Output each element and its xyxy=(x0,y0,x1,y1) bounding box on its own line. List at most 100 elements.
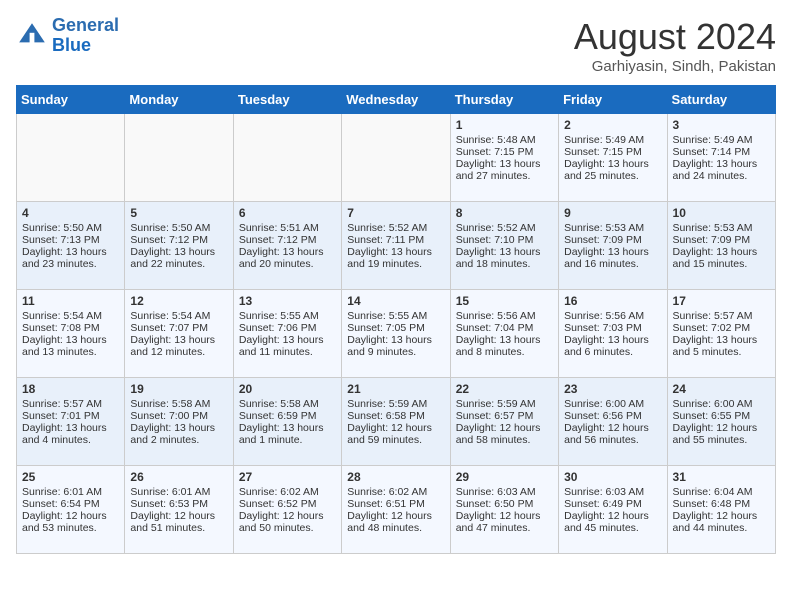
cell-line: and 45 minutes. xyxy=(564,522,661,534)
cell-line: Daylight: 12 hours xyxy=(564,510,661,522)
day-number: 29 xyxy=(456,470,553,484)
cell-line: and 44 minutes. xyxy=(673,522,770,534)
calendar-cell: 2Sunrise: 5:49 AMSunset: 7:15 PMDaylight… xyxy=(559,114,667,202)
cell-line: Sunrise: 6:03 AM xyxy=(564,486,661,498)
cell-line: Sunset: 6:55 PM xyxy=(673,410,770,422)
cell-line: Daylight: 13 hours xyxy=(239,246,336,258)
calendar-cell: 16Sunrise: 5:56 AMSunset: 7:03 PMDayligh… xyxy=(559,290,667,378)
cell-line: Sunset: 6:59 PM xyxy=(239,410,336,422)
col-header-wednesday: Wednesday xyxy=(342,86,450,114)
day-number: 1 xyxy=(456,118,553,132)
calendar-cell: 8Sunrise: 5:52 AMSunset: 7:10 PMDaylight… xyxy=(450,202,558,290)
cell-line: Sunrise: 6:01 AM xyxy=(130,486,227,498)
cell-line: and 23 minutes. xyxy=(22,258,119,270)
cell-line: Daylight: 13 hours xyxy=(456,158,553,170)
day-number: 26 xyxy=(130,470,227,484)
cell-line: Sunset: 7:11 PM xyxy=(347,234,444,246)
cell-line: Sunrise: 5:53 AM xyxy=(673,222,770,234)
calendar-cell: 10Sunrise: 5:53 AMSunset: 7:09 PMDayligh… xyxy=(667,202,775,290)
cell-line: Sunrise: 5:50 AM xyxy=(22,222,119,234)
cell-line: Sunrise: 6:01 AM xyxy=(22,486,119,498)
month-title: August 2024 xyxy=(574,16,776,58)
day-number: 10 xyxy=(673,206,770,220)
logo: General Blue xyxy=(16,16,119,56)
cell-line: Daylight: 13 hours xyxy=(22,334,119,346)
col-header-friday: Friday xyxy=(559,86,667,114)
calendar-week-row: 1Sunrise: 5:48 AMSunset: 7:15 PMDaylight… xyxy=(17,114,776,202)
cell-line: Sunset: 7:07 PM xyxy=(130,322,227,334)
cell-line: Sunrise: 5:56 AM xyxy=(456,310,553,322)
calendar-cell: 28Sunrise: 6:02 AMSunset: 6:51 PMDayligh… xyxy=(342,466,450,554)
cell-line: Daylight: 13 hours xyxy=(130,246,227,258)
col-header-sunday: Sunday xyxy=(17,86,125,114)
cell-line: and 12 minutes. xyxy=(130,346,227,358)
cell-line: Daylight: 12 hours xyxy=(347,422,444,434)
cell-line: Sunset: 6:51 PM xyxy=(347,498,444,510)
cell-line: Sunset: 7:12 PM xyxy=(130,234,227,246)
cell-line: and 51 minutes. xyxy=(130,522,227,534)
cell-line: Daylight: 12 hours xyxy=(456,510,553,522)
calendar-cell: 24Sunrise: 6:00 AMSunset: 6:55 PMDayligh… xyxy=(667,378,775,466)
day-number: 7 xyxy=(347,206,444,220)
cell-line: and 8 minutes. xyxy=(456,346,553,358)
cell-line: and 13 minutes. xyxy=(22,346,119,358)
day-number: 4 xyxy=(22,206,119,220)
calendar-cell xyxy=(342,114,450,202)
cell-line: Daylight: 13 hours xyxy=(456,334,553,346)
cell-line: Daylight: 12 hours xyxy=(130,510,227,522)
day-number: 23 xyxy=(564,382,661,396)
cell-line: and 25 minutes. xyxy=(564,170,661,182)
day-number: 20 xyxy=(239,382,336,396)
calendar-cell: 12Sunrise: 5:54 AMSunset: 7:07 PMDayligh… xyxy=(125,290,233,378)
cell-line: Sunset: 6:49 PM xyxy=(564,498,661,510)
cell-line: Sunset: 7:02 PM xyxy=(673,322,770,334)
cell-line: and 58 minutes. xyxy=(456,434,553,446)
cell-line: Sunset: 7:15 PM xyxy=(456,146,553,158)
cell-line: Sunset: 7:13 PM xyxy=(22,234,119,246)
cell-line: and 27 minutes. xyxy=(456,170,553,182)
calendar-cell: 31Sunrise: 6:04 AMSunset: 6:48 PMDayligh… xyxy=(667,466,775,554)
day-number: 6 xyxy=(239,206,336,220)
calendar-cell: 5Sunrise: 5:50 AMSunset: 7:12 PMDaylight… xyxy=(125,202,233,290)
cell-line: Sunrise: 5:58 AM xyxy=(239,398,336,410)
cell-line: Daylight: 13 hours xyxy=(673,246,770,258)
cell-line: Sunrise: 5:49 AM xyxy=(673,134,770,146)
col-header-tuesday: Tuesday xyxy=(233,86,341,114)
day-number: 25 xyxy=(22,470,119,484)
cell-line: and 59 minutes. xyxy=(347,434,444,446)
cell-line: and 16 minutes. xyxy=(564,258,661,270)
cell-line: and 56 minutes. xyxy=(564,434,661,446)
cell-line: Daylight: 12 hours xyxy=(673,422,770,434)
cell-line: Daylight: 12 hours xyxy=(564,422,661,434)
day-number: 11 xyxy=(22,294,119,308)
calendar-cell: 29 Sunrise: 6:03 AMSunset: 6:50 PMDayligh… xyxy=(450,466,558,554)
day-number: 14 xyxy=(347,294,444,308)
cell-line: Sunrise: 5:51 AM xyxy=(239,222,336,234)
cell-line: Sunrise: 5:49 AM xyxy=(564,134,661,146)
calendar-cell: 18Sunrise: 5:57 AMSunset: 7:01 PMDayligh… xyxy=(17,378,125,466)
logo-icon xyxy=(16,20,48,52)
calendar-cell: 19Sunrise: 5:58 AMSunset: 7:00 PMDayligh… xyxy=(125,378,233,466)
cell-line: Sunrise: 5:55 AM xyxy=(347,310,444,322)
cell-line: Sunset: 7:14 PM xyxy=(673,146,770,158)
day-number: 12 xyxy=(130,294,227,308)
day-number: 27 xyxy=(239,470,336,484)
cell-line: Sunset: 6:50 PM xyxy=(456,498,553,510)
cell-line: Sunset: 7:06 PM xyxy=(239,322,336,334)
cell-line: Daylight: 13 hours xyxy=(130,334,227,346)
cell-line: and 20 minutes. xyxy=(239,258,336,270)
calendar-cell: 3Sunrise: 5:49 AMSunset: 7:14 PMDaylight… xyxy=(667,114,775,202)
calendar-cell xyxy=(233,114,341,202)
cell-line: Sunrise: 6:03 AM xyxy=(456,486,553,498)
calendar-cell: 17Sunrise: 5:57 AMSunset: 7:02 PMDayligh… xyxy=(667,290,775,378)
calendar-cell: 26Sunrise: 6:01 AMSunset: 6:53 PMDayligh… xyxy=(125,466,233,554)
cell-line: and 5 minutes. xyxy=(673,346,770,358)
cell-line: Sunrise: 6:02 AM xyxy=(347,486,444,498)
calendar-table: SundayMondayTuesdayWednesdayThursdayFrid… xyxy=(16,85,776,554)
cell-line: Sunrise: 5:59 AM xyxy=(456,398,553,410)
cell-line: Sunrise: 5:58 AM xyxy=(130,398,227,410)
col-header-saturday: Saturday xyxy=(667,86,775,114)
cell-line: Sunset: 6:52 PM xyxy=(239,498,336,510)
cell-line: Daylight: 13 hours xyxy=(130,422,227,434)
calendar-cell: 1Sunrise: 5:48 AMSunset: 7:15 PMDaylight… xyxy=(450,114,558,202)
